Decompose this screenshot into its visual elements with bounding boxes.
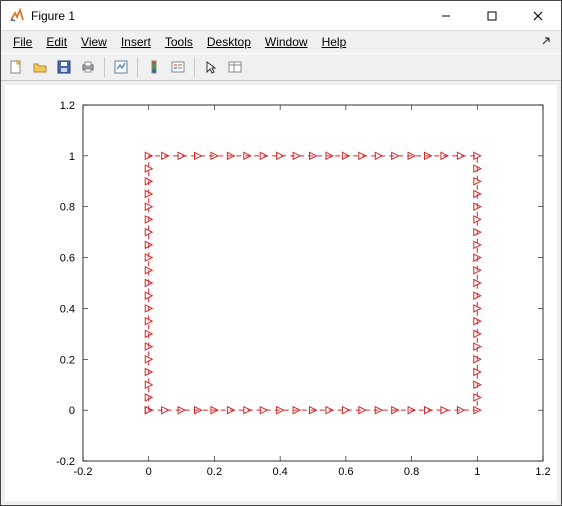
svg-text:1: 1 <box>69 151 75 163</box>
toolbar-sep-2 <box>137 57 138 77</box>
svg-text:1.2: 1.2 <box>60 100 75 112</box>
menu-insert[interactable]: Insert <box>115 33 157 51</box>
svg-text:0: 0 <box>146 466 152 478</box>
svg-text:0.8: 0.8 <box>404 466 419 478</box>
svg-text:0: 0 <box>69 405 75 417</box>
edit-plot-cursor-button[interactable] <box>200 56 222 78</box>
svg-text:0.2: 0.2 <box>207 466 222 478</box>
insert-legend-button[interactable] <box>167 56 189 78</box>
toolbar-sep-1 <box>104 57 105 77</box>
svg-text:0.8: 0.8 <box>60 202 75 214</box>
menu-file[interactable]: File <box>7 33 38 51</box>
matlab-icon <box>9 8 25 24</box>
svg-text:1: 1 <box>474 466 480 478</box>
plot-canvas-wrap: -0.2 0 0.2 0.4 0.6 0.8 1 1.2 -0.2 0 0.2 0.4 0.6 0.8 1 1… <box>1 81 561 505</box>
menu-edit[interactable]: Edit <box>40 33 73 51</box>
svg-text:0.6: 0.6 <box>338 466 353 478</box>
svg-text:0.6: 0.6 <box>60 253 75 265</box>
close-button[interactable] <box>515 1 561 31</box>
figure-window: Figure 1 File Edit View Insert Tools Des… <box>0 0 562 506</box>
save-figure-button[interactable] <box>53 56 75 78</box>
svg-text:0.4: 0.4 <box>272 466 287 478</box>
window-title: Figure 1 <box>31 9 423 23</box>
open-file-button[interactable] <box>29 56 51 78</box>
svg-text:-0.2: -0.2 <box>74 466 93 478</box>
menu-desktop[interactable]: Desktop <box>201 33 257 51</box>
toolbar-sep-3 <box>194 57 195 77</box>
svg-text:-0.2: -0.2 <box>56 456 75 468</box>
menu-help[interactable]: Help <box>316 33 353 51</box>
plot-canvas[interactable]: -0.2 0 0.2 0.4 0.6 0.8 1 1.2 -0.2 0 0.2 0.4 0.6 0.8 1 1… <box>5 85 557 501</box>
link-plot-button[interactable] <box>110 56 132 78</box>
maximize-button[interactable] <box>469 1 515 31</box>
property-inspector-button[interactable] <box>224 56 246 78</box>
print-figure-button[interactable] <box>77 56 99 78</box>
menu-tools[interactable]: Tools <box>159 33 199 51</box>
new-figure-button[interactable] <box>5 56 27 78</box>
titlebar: Figure 1 <box>1 1 561 31</box>
svg-text:0.4: 0.4 <box>60 303 75 315</box>
minimize-button[interactable] <box>423 1 469 31</box>
dock-icon[interactable] <box>541 34 555 48</box>
svg-text:1.2: 1.2 <box>535 466 550 478</box>
menu-view[interactable]: View <box>75 33 113 51</box>
menu-window[interactable]: Window <box>259 33 314 51</box>
menubar: File Edit View Insert Tools Desktop Wind… <box>1 31 561 53</box>
toolbar <box>1 53 561 81</box>
svg-text:0.2: 0.2 <box>60 354 75 366</box>
axes[interactable]: -0.2 0 0.2 0.4 0.6 0.8 1 1.2 -0.2 0 0.2 0.4 0.6 0.8 1 1… <box>5 85 557 501</box>
insert-colorbar-button[interactable] <box>143 56 165 78</box>
